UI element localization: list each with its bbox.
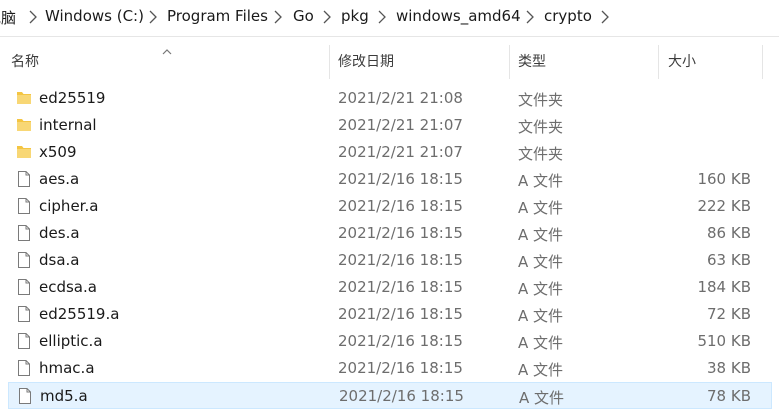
file-size: 78 KB <box>707 387 751 405</box>
file-type: A 文件 <box>518 334 564 352</box>
file-icon <box>15 359 33 377</box>
file-row[interactable]: cipher.a 2021/2/16 18:15 A 文件 222 KB <box>0 193 772 220</box>
folder-row[interactable]: internal 2021/2/21 21:07 文件夹 <box>0 112 772 139</box>
file-modified-date: 2021/2/21 21:07 <box>338 143 463 161</box>
file-size: 38 KB <box>707 359 751 377</box>
column-header-date[interactable]: 修改日期 <box>338 51 394 71</box>
column-header-row: 名称 修改日期 类型 大小 <box>0 37 779 83</box>
file-icon <box>16 387 34 405</box>
file-type: A 文件 <box>518 361 564 379</box>
chevron-right-icon[interactable] <box>146 8 160 26</box>
file-modified-date: 2021/2/16 18:15 <box>338 359 463 377</box>
column-divider[interactable] <box>658 45 659 79</box>
column-divider[interactable] <box>762 45 763 79</box>
file-name: elliptic.a <box>39 332 103 350</box>
file-name: des.a <box>39 224 80 242</box>
file-size: 222 KB <box>697 197 751 215</box>
file-row[interactable]: elliptic.a 2021/2/16 18:15 A 文件 510 KB <box>0 328 772 355</box>
scrollbar[interactable] <box>772 37 779 408</box>
file-name: ed25519.a <box>39 305 120 323</box>
file-type: 文件夹 <box>518 145 564 163</box>
file-modified-date: 2021/2/16 18:15 <box>338 251 463 269</box>
file-type: A 文件 <box>518 172 564 190</box>
file-type: A 文件 <box>518 226 564 244</box>
file-type: 文件夹 <box>518 118 564 136</box>
file-icon <box>15 305 33 323</box>
file-modified-date: 2021/2/21 21:08 <box>338 89 463 107</box>
file-modified-date: 2021/2/16 18:15 <box>338 305 463 323</box>
file-type: A 文件 <box>519 389 565 407</box>
file-row[interactable]: ed25519.a 2021/2/16 18:15 A 文件 72 KB <box>0 301 772 328</box>
file-modified-date: 2021/2/16 18:15 <box>338 170 463 188</box>
file-modified-date: 2021/2/16 18:15 <box>338 332 463 350</box>
folder-icon <box>15 89 33 107</box>
file-name: internal <box>39 116 97 134</box>
file-icon <box>15 251 33 269</box>
breadcrumb-item-crypto[interactable]: crypto <box>544 7 592 25</box>
column-header-type[interactable]: 类型 <box>518 51 546 71</box>
file-size: 72 KB <box>707 305 751 323</box>
file-icon <box>15 332 33 350</box>
chevron-right-icon[interactable] <box>523 8 537 26</box>
folder-icon <box>15 116 33 134</box>
file-row[interactable]: des.a 2021/2/16 18:15 A 文件 86 KB <box>0 220 772 247</box>
file-size: 184 KB <box>697 278 751 296</box>
breadcrumb-item-pkg[interactable]: pkg <box>341 7 369 25</box>
chevron-right-icon[interactable] <box>26 8 40 26</box>
file-size: 86 KB <box>707 224 751 242</box>
file-name: ecdsa.a <box>39 278 97 296</box>
file-row[interactable]: aes.a 2021/2/16 18:15 A 文件 160 KB <box>0 166 772 193</box>
column-divider[interactable] <box>329 45 330 79</box>
file-modified-date: 2021/2/16 18:15 <box>338 224 463 242</box>
file-icon <box>15 224 33 242</box>
file-size: 510 KB <box>697 332 751 350</box>
file-row[interactable]: ecdsa.a 2021/2/16 18:15 A 文件 184 KB <box>0 274 772 301</box>
chevron-right-icon[interactable] <box>598 8 612 26</box>
file-name: hmac.a <box>39 359 95 377</box>
file-row[interactable]: dsa.a 2021/2/16 18:15 A 文件 63 KB <box>0 247 772 274</box>
file-size: 160 KB <box>697 170 751 188</box>
file-name: dsa.a <box>39 251 80 269</box>
breadcrumb-item-windows-amd64[interactable]: windows_amd64 <box>396 7 521 25</box>
folder-row[interactable]: x509 2021/2/21 21:07 文件夹 <box>0 139 772 166</box>
file-modified-date: 2021/2/16 18:15 <box>338 278 463 296</box>
column-header-name[interactable]: 名称 <box>11 51 39 71</box>
column-divider[interactable] <box>509 45 510 79</box>
folder-icon <box>15 143 33 161</box>
folder-row[interactable]: ed25519 2021/2/21 21:08 文件夹 <box>0 85 772 112</box>
file-modified-date: 2021/2/16 18:15 <box>338 197 463 215</box>
file-name: aes.a <box>39 170 80 188</box>
file-name: ed25519 <box>39 89 106 107</box>
breadcrumb-item-program-files[interactable]: Program Files <box>167 7 268 25</box>
file-size: 63 KB <box>707 251 751 269</box>
file-type: A 文件 <box>518 307 564 325</box>
file-icon <box>15 278 33 296</box>
chevron-right-icon[interactable] <box>375 8 389 26</box>
chevron-right-icon[interactable] <box>320 8 334 26</box>
column-header-size[interactable]: 大小 <box>668 51 696 71</box>
file-modified-date: 2021/2/21 21:07 <box>338 116 463 134</box>
chevron-right-icon[interactable] <box>271 8 285 26</box>
file-modified-date: 2021/2/16 18:15 <box>339 387 464 405</box>
file-name: cipher.a <box>39 197 99 215</box>
file-row[interactable]: md5.a 2021/2/16 18:15 A 文件 78 KB <box>8 382 772 409</box>
sort-ascending-icon <box>161 41 173 60</box>
file-type: 文件夹 <box>518 91 564 109</box>
file-type: A 文件 <box>518 280 564 298</box>
breadcrumb-item-windows-c[interactable]: Windows (C:) <box>45 7 144 25</box>
breadcrumb: 电脑 Windows (C:) Program Files Go pkg win… <box>0 0 779 37</box>
file-type: A 文件 <box>518 253 564 271</box>
file-type: A 文件 <box>518 199 564 217</box>
file-icon <box>15 197 33 215</box>
breadcrumb-item-go[interactable]: Go <box>293 7 314 25</box>
file-icon <box>15 170 33 188</box>
file-row[interactable]: hmac.a 2021/2/16 18:15 A 文件 38 KB <box>0 355 772 382</box>
breadcrumb-item-this-pc[interactable]: 电脑 <box>0 7 16 28</box>
file-name: x509 <box>39 143 77 161</box>
file-name: md5.a <box>40 387 88 405</box>
